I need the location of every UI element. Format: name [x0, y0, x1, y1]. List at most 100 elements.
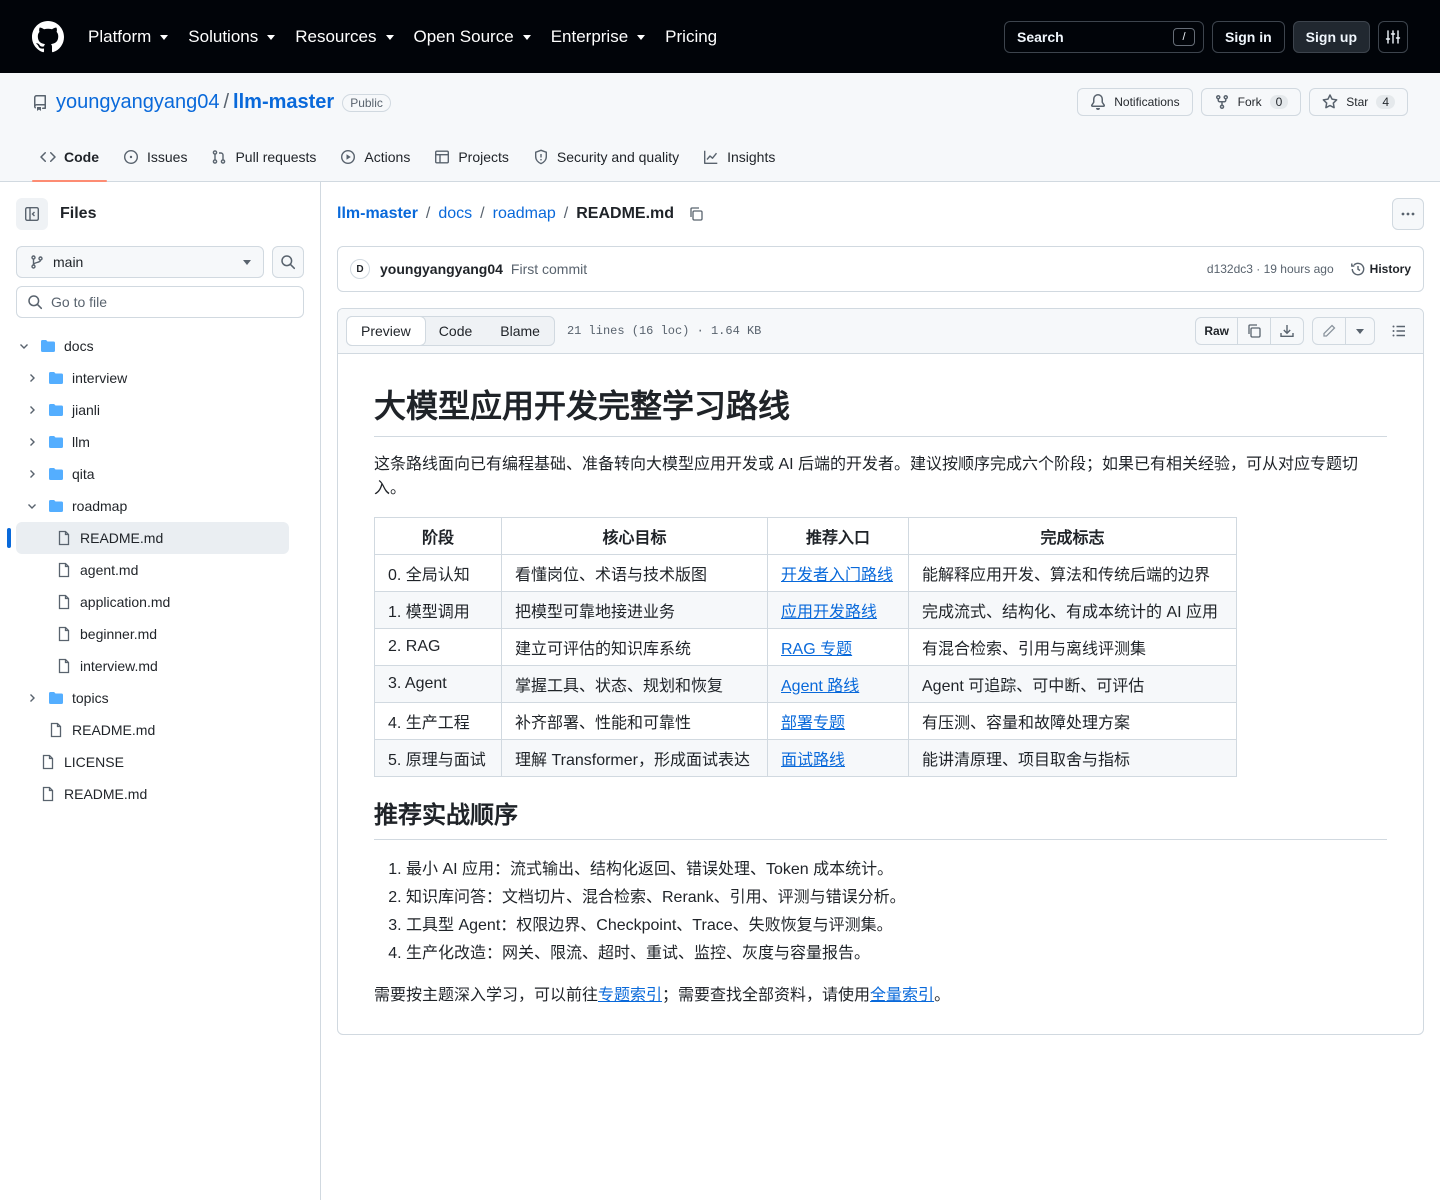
copy-raw-button[interactable] [1238, 318, 1271, 344]
topic-index-link[interactable]: 专题索引 [598, 987, 662, 1004]
breadcrumb-current-file: README.md [576, 205, 675, 222]
tree-item-roadmap[interactable]: roadmap [16, 490, 304, 522]
table-cell: 完成流式、结构化、有成本统计的 AI 应用 [908, 591, 1237, 629]
commit-author-link[interactable]: youngyangyang04 [380, 261, 503, 277]
table-cell: 有压测、容量和故障处理方案 [908, 702, 1237, 740]
tab-actions[interactable]: Actions [332, 133, 418, 181]
kebab-horizontal-icon [1401, 212, 1415, 216]
tab-insights[interactable]: Insights [695, 133, 783, 181]
repo-name-link[interactable]: llm-master [233, 91, 334, 114]
tree-item-topics[interactable]: topics [16, 682, 304, 714]
pencil-icon [1323, 324, 1336, 337]
entry-link[interactable]: 应用开发路线 [781, 604, 877, 621]
avatar[interactable]: D [350, 259, 370, 279]
tree-item-qita[interactable]: qita [16, 458, 304, 490]
nav-solutions[interactable]: Solutions [188, 27, 276, 47]
top-nav: Platform Solutions Resources Open Source… [88, 27, 737, 47]
tab-blame[interactable]: Blame [486, 317, 554, 345]
entry-link[interactable]: 开发者入门路线 [781, 567, 893, 584]
more-options-button[interactable] [1392, 198, 1424, 230]
sign-up-button[interactable]: Sign up [1292, 20, 1370, 53]
tree-item-docs-readme[interactable]: README.md [16, 714, 304, 746]
raw-button[interactable]: Raw [1196, 318, 1238, 344]
tab-security-label: Security and quality [556, 149, 680, 165]
copy-path-icon[interactable] [688, 206, 704, 222]
tab-projects[interactable]: Projects [426, 133, 517, 181]
table-cell: 3. Agent [374, 665, 502, 703]
commit-hash-time[interactable]: d132dc3 · 19 hours ago [1207, 262, 1334, 276]
folder-icon [49, 692, 63, 704]
tree-item-root-readme[interactable]: README.md [16, 778, 304, 810]
file-stats: 21 lines (16 loc) · 1.64 KB [566, 324, 762, 338]
table-cell: 1. 模型调用 [374, 591, 502, 629]
tree-item-application[interactable]: application.md [16, 586, 304, 618]
tree-item-license[interactable]: LICENSE [16, 746, 304, 778]
tab-security[interactable]: Security and quality [525, 133, 687, 181]
table-header: 完成标志 [908, 517, 1237, 555]
breadcrumb-separator: / [425, 205, 431, 222]
folder-open-icon [49, 500, 63, 512]
tab-issues-label: Issues [147, 149, 188, 165]
notifications-button[interactable]: Notifications [1077, 88, 1193, 116]
global-search[interactable]: Search / [1004, 20, 1204, 53]
tree-item-interview[interactable]: interview [16, 362, 304, 394]
tab-preview[interactable]: Preview [346, 316, 426, 346]
commit-message[interactable]: First commit [511, 261, 587, 277]
tree-item-label: llm [72, 434, 90, 450]
tab-code[interactable]: Code [32, 133, 107, 182]
tree-item-agent[interactable]: agent.md [16, 554, 304, 586]
tree-item-beginner[interactable]: beginner.md [16, 618, 304, 650]
tree-item-roadmap-readme[interactable]: README.md [7, 522, 289, 554]
tab-issues[interactable]: Issues [115, 133, 195, 181]
history-button[interactable]: History [1350, 261, 1411, 277]
tab-code-view[interactable]: Code [425, 317, 486, 345]
edit-button[interactable] [1313, 318, 1346, 344]
list-item: 生产化改造：网关、限流、超时、重试、监控、灰度与容量报告。 [406, 940, 1387, 968]
entry-link[interactable]: 部署专题 [781, 715, 845, 732]
sidebar-title: Files [60, 205, 97, 222]
star-button[interactable]: Star 4 [1309, 88, 1408, 116]
tree-item-docs[interactable]: docs [16, 330, 304, 362]
readme-intro: 这条路线面向已有编程基础、准备转向大模型应用开发或 AI 后端的开发者。建议按顺… [374, 456, 1359, 497]
nav-enterprise[interactable]: Enterprise [551, 27, 646, 47]
edit-options-button[interactable] [1346, 318, 1374, 344]
outline-button[interactable] [1383, 317, 1415, 345]
breadcrumb-roadmap-link[interactable]: roadmap [493, 205, 556, 223]
table-cell: 5. 原理与面试 [374, 739, 502, 777]
search-icon [281, 255, 296, 270]
chevron-right-icon [24, 466, 40, 482]
entry-link[interactable]: Agent 路线 [781, 678, 859, 695]
nav-pricing[interactable]: Pricing [665, 27, 717, 47]
tree-item-label: roadmap [72, 498, 128, 514]
sign-in-button[interactable]: Sign in [1212, 20, 1285, 53]
table-row: 5. 原理与面试 理解 Transformer，形成面试表达 面试路线 能讲清原… [374, 739, 1237, 777]
collapse-sidebar-button[interactable] [16, 198, 48, 230]
tree-item-llm[interactable]: llm [16, 426, 304, 458]
tab-pull-requests[interactable]: Pull requests [203, 133, 324, 181]
table-cell: 掌握工具、状态、规划和恢复 [501, 665, 768, 703]
settings-sliders-button[interactable] [1378, 20, 1408, 53]
tree-item-jianli[interactable]: jianli [16, 394, 304, 426]
nav-resources[interactable]: Resources [295, 27, 394, 47]
entry-link[interactable]: 面试路线 [781, 752, 845, 769]
nav-platform[interactable]: Platform [88, 27, 169, 47]
full-index-link[interactable]: 全量索引 [870, 987, 934, 1004]
tree-item-interview-md[interactable]: interview.md [16, 650, 304, 682]
nav-open-source[interactable]: Open Source [414, 27, 531, 47]
download-button[interactable] [1271, 318, 1303, 344]
table-row: 1. 模型调用 把模型可靠地接进业务 应用开发路线 完成流式、结构化、有成本统计… [374, 591, 1237, 629]
graph-icon [704, 150, 718, 164]
github-logo-icon[interactable] [32, 20, 64, 53]
file-content-box: Preview Code Blame 21 lines (16 loc) · 1… [337, 308, 1424, 1035]
go-to-file-input[interactable]: Go to file [16, 286, 304, 318]
breadcrumb-docs-link[interactable]: docs [438, 205, 472, 223]
fork-button[interactable]: Fork 0 [1200, 88, 1302, 116]
readme-preview: 大模型应用开发完整学习路线 这条路线面向已有编程基础、准备转向大模型应用开发或 … [338, 354, 1423, 1008]
branch-select[interactable]: main [16, 246, 264, 278]
search-files-button[interactable] [272, 246, 304, 278]
table-cell: Agent 路线 [767, 665, 909, 703]
star-icon [1322, 94, 1338, 109]
repo-owner-link[interactable]: youngyangyang04 [56, 91, 219, 114]
entry-link[interactable]: RAG 专题 [781, 641, 852, 658]
breadcrumb-root-link[interactable]: llm-master [337, 205, 418, 223]
